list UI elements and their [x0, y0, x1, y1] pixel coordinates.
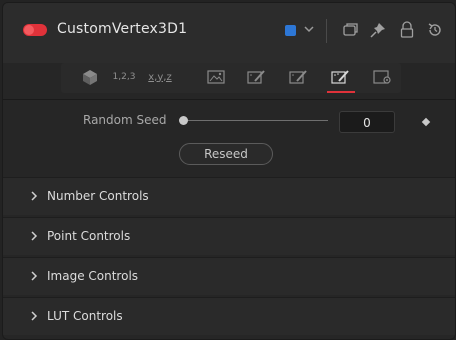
tab-settings[interactable] — [367, 65, 397, 89]
tab-paint-3[interactable] — [325, 65, 355, 93]
tab-paint-1[interactable] — [241, 65, 271, 89]
brush-icon — [289, 70, 307, 84]
section-image-controls[interactable]: Image Controls — [3, 257, 455, 295]
tab-number-controls[interactable]: 1,2,3 — [109, 65, 139, 89]
chevron-down-icon[interactable] — [302, 22, 316, 36]
tool-enable-toggle[interactable] — [23, 24, 47, 36]
inspector-tab-strip: 1,2,3 x,y,z — [61, 63, 401, 93]
tool-name[interactable]: CustomVertex3D1 — [57, 21, 187, 37]
version-icon[interactable] — [340, 20, 360, 40]
settings-icon — [373, 70, 391, 84]
section-point-controls[interactable]: Point Controls — [3, 217, 455, 255]
random-seed-label: Random Seed — [83, 113, 167, 127]
reset-icon[interactable] — [425, 20, 445, 40]
random-seed-slider-track[interactable] — [188, 120, 328, 121]
pin-icon[interactable] — [368, 20, 388, 40]
section-label: Image Controls — [47, 269, 139, 283]
tool-color-chip[interactable] — [285, 25, 296, 36]
image-icon — [207, 70, 225, 84]
inspector-panel: CustomVertex3D1 1,2,3 x,y,z Random Seed … — [2, 2, 456, 340]
chevron-right-icon — [31, 271, 38, 281]
section-label: LUT Controls — [47, 309, 123, 323]
cube-icon — [83, 70, 97, 85]
chevron-right-icon — [31, 231, 38, 241]
brush-icon — [331, 70, 349, 84]
tab-paint-2[interactable] — [283, 65, 313, 89]
tab-123-label: 1,2,3 — [112, 72, 136, 82]
section-lut-controls[interactable]: LUT Controls — [3, 297, 455, 335]
header-divider — [3, 99, 455, 100]
lock-icon[interactable] — [397, 20, 417, 40]
random-seed-input[interactable]: 0 — [339, 111, 395, 133]
toggle-knob — [24, 25, 34, 35]
section-number-controls[interactable]: Number Controls — [3, 177, 455, 215]
section-label: Point Controls — [47, 229, 131, 243]
tab-3d-shape[interactable] — [75, 65, 105, 89]
chevron-right-icon — [31, 311, 38, 321]
random-seed-slider-handle[interactable] — [179, 116, 188, 125]
inspector-header: CustomVertex3D1 1,2,3 x,y,z — [3, 3, 455, 93]
tab-image-controls[interactable] — [201, 65, 231, 89]
section-label: Number Controls — [47, 189, 149, 203]
header-separator — [326, 19, 327, 43]
chevron-right-icon — [31, 191, 38, 201]
reseed-button[interactable]: Reseed — [179, 143, 273, 165]
title-bar: CustomVertex3D1 — [3, 11, 455, 51]
tab-point-controls[interactable]: x,y,z — [145, 65, 175, 89]
brush-icon — [247, 70, 265, 84]
tab-xyz-label: x,y,z — [148, 71, 172, 83]
keyframe-diamond-icon[interactable] — [421, 117, 431, 127]
